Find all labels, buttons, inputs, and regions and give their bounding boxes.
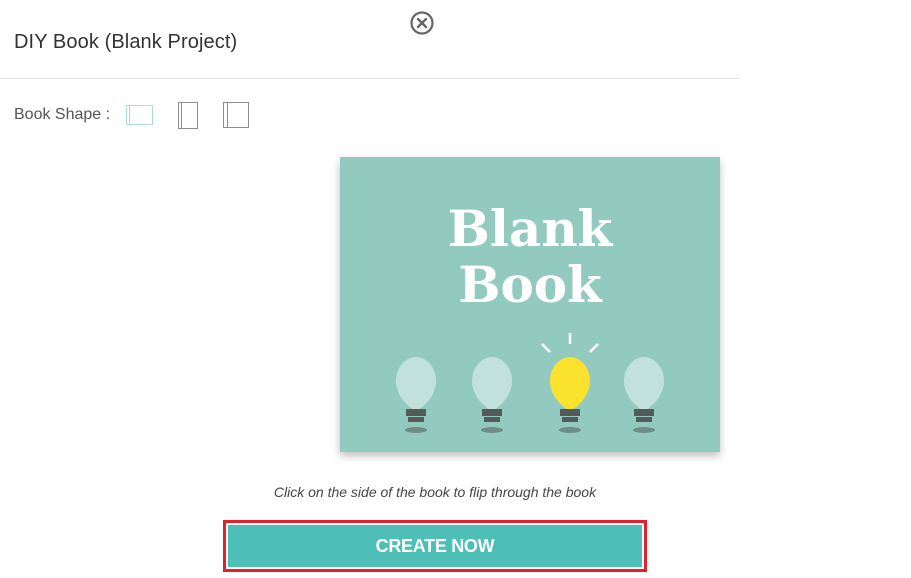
diy-book-dialog: DIY Book (Blank Project) Book Shape : Bl… bbox=[0, 0, 911, 578]
create-now-highlight: CREATE NOW bbox=[223, 520, 647, 572]
portrait-book-icon[interactable] bbox=[178, 101, 199, 129]
create-now-button[interactable]: CREATE NOW bbox=[228, 525, 642, 567]
lightbulb-icon bbox=[396, 357, 436, 433]
lightbulb-icon bbox=[472, 357, 512, 433]
landscape-book-icon[interactable] bbox=[126, 105, 154, 125]
book-shape-label: Book Shape : bbox=[14, 106, 111, 123]
lightbulbs-illustration bbox=[396, 333, 664, 433]
lit-lightbulb-icon bbox=[541, 333, 599, 433]
lightbulb-icon bbox=[624, 357, 664, 433]
header-divider bbox=[0, 78, 740, 79]
book-cover-title-line2: Book bbox=[458, 255, 602, 314]
book-preview[interactable]: Blank Book bbox=[340, 157, 720, 452]
book-cover-title-line1: Blank bbox=[447, 199, 613, 258]
dialog-title: DIY Book (Blank Project) bbox=[14, 31, 238, 53]
close-icon[interactable] bbox=[409, 10, 435, 36]
square-book-icon[interactable] bbox=[223, 102, 250, 128]
book-shape-selector: Book Shape : bbox=[14, 100, 274, 130]
flip-hint: Click on the side of the book to flip th… bbox=[273, 484, 597, 500]
